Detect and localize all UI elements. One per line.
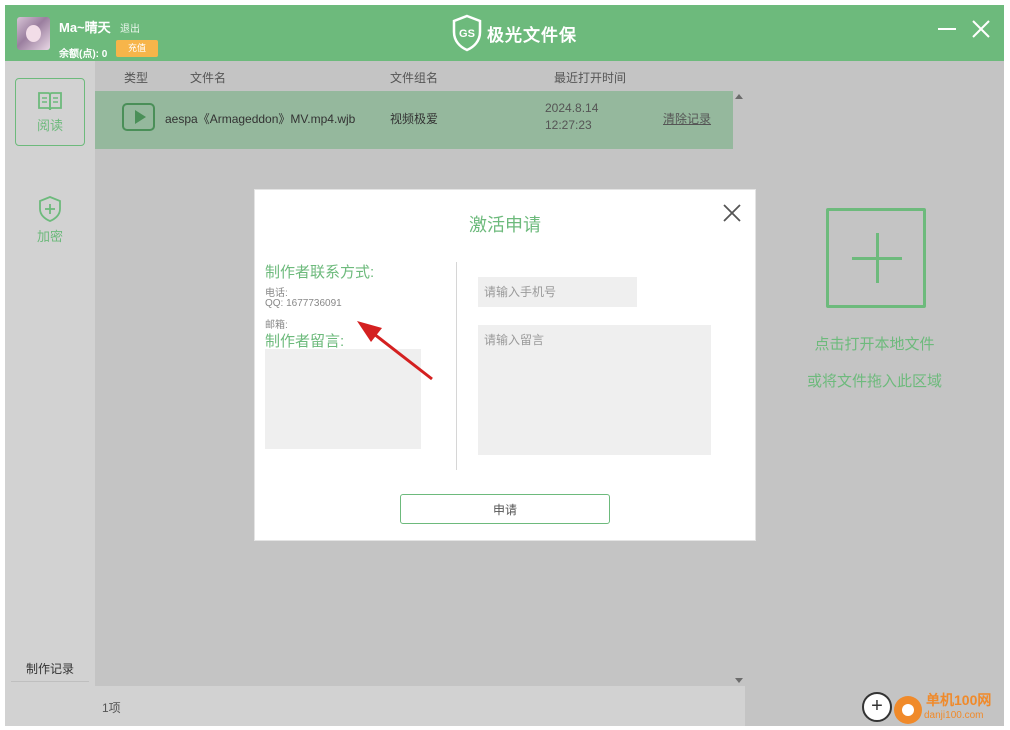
divider bbox=[456, 262, 457, 470]
drag-hint: 或将文件拖入此区域 bbox=[806, 373, 942, 390]
column-group[interactable]: 文件组名 bbox=[390, 69, 438, 86]
table-row[interactable]: aespa《Armageddon》MV.mp4.wjb 视频极爱 2024.8.… bbox=[95, 91, 733, 149]
dialog-title: 激活申请 bbox=[469, 215, 541, 235]
author-message-box bbox=[265, 349, 421, 449]
file-group: 视频极爱 bbox=[390, 112, 439, 126]
brand-badge: GS bbox=[459, 28, 475, 40]
minimize-icon[interactable] bbox=[935, 17, 959, 41]
scroll-down-arrow-icon[interactable] bbox=[735, 678, 743, 683]
title-bar: Ma~晴天 退出 余额(点): 0 充值 GS 极光文件保 bbox=[5, 5, 1004, 61]
column-last-opened[interactable]: 最近打开时间 bbox=[554, 69, 626, 86]
contact-heading: 制作者联系方式: bbox=[265, 264, 375, 281]
column-type[interactable]: 类型 bbox=[124, 69, 148, 86]
scroll-up-arrow-icon[interactable] bbox=[735, 94, 743, 99]
message-heading: 制作者留言: bbox=[265, 333, 345, 350]
shield-logo-icon: GS bbox=[452, 14, 482, 52]
sidebar-item-label: 加密 bbox=[36, 229, 63, 244]
contact-email: 邮箱: bbox=[265, 320, 288, 331]
close-icon[interactable] bbox=[969, 17, 993, 41]
production-record-button[interactable]: 制作记录 bbox=[11, 656, 89, 682]
watermark-title: 单机100网 bbox=[926, 692, 992, 708]
watermark-plus-icon: + bbox=[862, 692, 892, 722]
apply-button[interactable]: 申请 bbox=[400, 494, 610, 524]
last-opened-clock: 12:27:23 bbox=[545, 118, 592, 132]
balance-label: 余额(点): 0 bbox=[59, 49, 108, 60]
activation-dialog: 激活申请 制作者联系方式: 电话: QQ: 1677736091 邮箱: 制作者… bbox=[255, 190, 755, 540]
last-opened-date: 2024.8.14 bbox=[545, 101, 599, 115]
shield-plus-icon bbox=[39, 196, 61, 222]
sidebar-item-read[interactable]: 阅读 bbox=[15, 78, 85, 146]
sidebar-item-label: 阅读 bbox=[36, 118, 63, 133]
book-icon bbox=[38, 92, 62, 111]
column-filename[interactable]: 文件名 bbox=[190, 69, 226, 86]
close-icon[interactable] bbox=[721, 202, 743, 224]
drop-zone[interactable]: 点击打开本地文件 或将文件拖入此区域 bbox=[745, 61, 1004, 726]
add-file-icon[interactable] bbox=[826, 208, 926, 308]
sidebar-item-encrypt[interactable]: 加密 bbox=[15, 186, 85, 254]
username: Ma~晴天 bbox=[59, 20, 111, 35]
status-bar: 1项 bbox=[95, 686, 745, 726]
app-brand: GS 极光文件保 bbox=[451, 13, 577, 53]
clear-record-link[interactable]: 清除记录 bbox=[663, 110, 711, 127]
message-input[interactable] bbox=[478, 325, 711, 455]
play-icon bbox=[122, 103, 155, 131]
recharge-button[interactable]: 充值 bbox=[116, 40, 158, 57]
app-title: 极光文件保 bbox=[487, 25, 577, 45]
avatar[interactable] bbox=[17, 17, 50, 50]
item-count: 1项 bbox=[102, 701, 121, 715]
sidebar: 阅读 加密 制作记录 bbox=[5, 61, 95, 726]
logout-link[interactable]: 退出 bbox=[120, 20, 140, 35]
watermark: + 单机100网 danji100.com bbox=[862, 686, 1007, 730]
phone-input[interactable] bbox=[478, 277, 637, 307]
list-header: 类型 文件名 文件组名 最近打开时间 bbox=[95, 61, 745, 91]
contact-phone: 电话: bbox=[265, 288, 288, 299]
last-opened-time: 2024.8.14 12:27:23 bbox=[545, 100, 598, 134]
contact-qq: QQ: 1677736091 bbox=[265, 298, 342, 309]
file-name: aespa《Armageddon》MV.mp4.wjb bbox=[165, 112, 356, 126]
watermark-url: danji100.com bbox=[924, 710, 984, 721]
open-local-file-link[interactable]: 点击打开本地文件 bbox=[745, 333, 1004, 354]
watermark-logo-icon bbox=[894, 696, 922, 724]
